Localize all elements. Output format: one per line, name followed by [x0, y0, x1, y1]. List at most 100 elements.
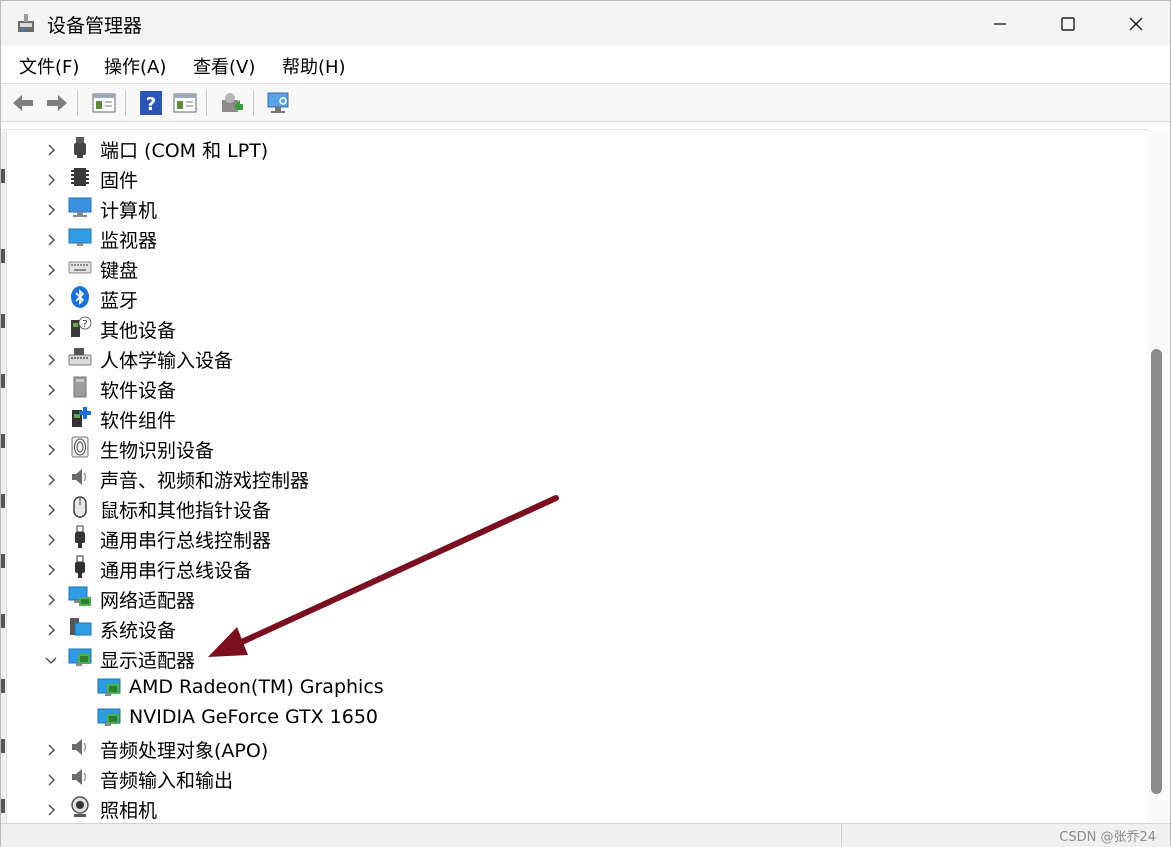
tree-category-label: 通用串行总线设备	[100, 560, 253, 582]
status-segment	[841, 824, 842, 847]
properties-icon[interactable]	[172, 90, 198, 116]
close-button[interactable]	[1101, 1, 1171, 46]
update-driver-icon[interactable]	[218, 90, 244, 116]
svg-text:?: ?	[82, 319, 87, 330]
tree-category-row[interactable]: 通用串行总线设备	[7, 552, 1137, 582]
scan-hardware-icon[interactable]	[265, 90, 291, 116]
tree-category-label: 照相机	[100, 800, 158, 822]
usb-icon	[68, 555, 92, 579]
tree-device-row[interactable]: AMD Radeon(TM) Graphics	[7, 672, 1137, 702]
tree-category-label: 计算机	[100, 200, 158, 222]
svg-text:?: ?	[146, 94, 156, 115]
tree-category-row[interactable]: 显示适配器	[7, 642, 1137, 672]
tree-category-row[interactable]: 键盘	[7, 252, 1137, 282]
toolbar-separator	[125, 90, 126, 116]
expand-chevron-icon[interactable]	[44, 800, 58, 816]
sound-icon	[68, 765, 92, 789]
tree-category-row[interactable]: 固件	[7, 162, 1137, 192]
tree-category-label: 声音、视频和游戏控制器	[100, 470, 310, 492]
window-title: 设备管理器	[47, 15, 143, 37]
scrollbar-thumb[interactable]	[1151, 349, 1162, 794]
expand-chevron-icon[interactable]	[44, 470, 58, 486]
expand-chevron-icon[interactable]	[44, 320, 58, 336]
device-manager-icon	[18, 14, 34, 32]
tree-category-row[interactable]: 蓝牙	[7, 282, 1137, 312]
tree-category-row[interactable]: 音频输入和输出	[7, 762, 1137, 792]
expand-chevron-icon[interactable]	[44, 770, 58, 786]
menu-file[interactable]: 文件(F)	[19, 53, 79, 79]
minimize-button[interactable]	[965, 1, 1035, 46]
toolbar-separator	[77, 90, 78, 116]
display-adapter-icon	[68, 645, 92, 669]
software-component-icon	[68, 405, 92, 429]
tree-category-label: 网络适配器	[100, 590, 196, 612]
mouse-icon	[68, 495, 92, 519]
hid-icon	[68, 345, 92, 369]
tree-category-row[interactable]: 软件设备	[7, 372, 1137, 402]
forward-icon[interactable]	[44, 90, 70, 116]
expand-chevron-icon[interactable]	[44, 500, 58, 516]
menu-view[interactable]: 查看(V)	[193, 53, 255, 79]
tree-category-row[interactable]: 计算机	[7, 192, 1137, 222]
expand-chevron-icon[interactable]	[44, 230, 58, 246]
menu-action[interactable]: 操作(A)	[104, 53, 166, 79]
menu-help[interactable]: 帮助(H)	[282, 53, 346, 79]
tree-category-row[interactable]: 监视器	[7, 222, 1137, 252]
expand-chevron-icon[interactable]	[44, 560, 58, 576]
tree-device-row[interactable]: NVIDIA GeForce GTX 1650	[7, 702, 1137, 732]
help-icon[interactable]: ?	[138, 90, 164, 116]
display-adapter-icon	[97, 675, 121, 699]
biometric-icon	[68, 435, 92, 459]
show-hide-tree-icon[interactable]	[91, 90, 117, 116]
close-icon	[1129, 17, 1143, 30]
tree-category-row[interactable]: ? 其他设备	[7, 312, 1137, 342]
tree-category-row[interactable]: 生物识别设备	[7, 432, 1137, 462]
expand-chevron-icon[interactable]	[44, 140, 58, 156]
toolbar: ?	[1, 84, 1170, 122]
expand-chevron-icon[interactable]	[44, 590, 58, 606]
tree-category-row[interactable]: 系统设备	[7, 612, 1137, 642]
tree-category-label: 监视器	[100, 230, 158, 252]
expand-chevron-icon[interactable]	[44, 740, 58, 756]
network-adapter-icon	[68, 585, 92, 609]
expand-chevron-icon[interactable]	[44, 440, 58, 456]
bluetooth-icon	[68, 285, 92, 309]
tree-category-row[interactable]: 音频处理对象(APO)	[7, 732, 1137, 762]
tree-category-label: 鼠标和其他指针设备	[100, 500, 272, 522]
expand-chevron-icon[interactable]	[44, 380, 58, 396]
tree-device-label: NVIDIA GeForce GTX 1650	[129, 706, 379, 728]
tree-category-label: 人体学输入设备	[100, 350, 234, 372]
back-icon[interactable]	[10, 90, 36, 116]
title-bar[interactable]: 设备管理器	[1, 1, 1170, 46]
tree-category-row[interactable]: 照相机	[7, 792, 1137, 822]
tree-category-label: 通用串行总线控制器	[100, 530, 272, 552]
expand-chevron-icon[interactable]	[44, 350, 58, 366]
tree-category-row[interactable]: 声音、视频和游戏控制器	[7, 462, 1137, 492]
menu-bar: 文件(F) 操作(A) 查看(V) 帮助(H)	[1, 46, 1170, 84]
expand-chevron-icon[interactable]	[44, 260, 58, 276]
expand-chevron-icon[interactable]	[44, 170, 58, 186]
usb-icon	[68, 525, 92, 549]
tree-category-label: 键盘	[100, 260, 139, 282]
tree-category-row[interactable]: 端口 (COM 和 LPT)	[7, 132, 1137, 162]
tree-category-row[interactable]: 通用串行总线控制器	[7, 522, 1137, 552]
monitor-icon	[68, 225, 92, 249]
tree-category-row[interactable]: 网络适配器	[7, 582, 1137, 612]
expand-chevron-icon[interactable]	[44, 200, 58, 216]
tree-category-row[interactable]: 软件组件	[7, 402, 1137, 432]
expand-chevron-icon[interactable]	[44, 410, 58, 426]
expand-chevron-icon[interactable]	[44, 530, 58, 546]
vertical-scrollbar[interactable]	[1147, 129, 1170, 823]
expand-chevron-icon[interactable]	[44, 620, 58, 636]
tree-category-label: 端口 (COM 和 LPT)	[100, 140, 269, 162]
tree-category-label: 显示适配器	[100, 650, 196, 672]
maximize-button[interactable]	[1033, 1, 1103, 46]
other-devices-icon: ?	[68, 315, 92, 339]
software-device-icon	[68, 375, 92, 399]
expand-chevron-icon[interactable]	[44, 290, 58, 306]
tree-category-label: 软件设备	[100, 380, 177, 402]
tree-category-row[interactable]: 人体学输入设备	[7, 342, 1137, 372]
collapse-chevron-icon[interactable]	[44, 650, 58, 664]
tree-category-row[interactable]: 鼠标和其他指针设备	[7, 492, 1137, 522]
port-icon	[68, 135, 92, 159]
